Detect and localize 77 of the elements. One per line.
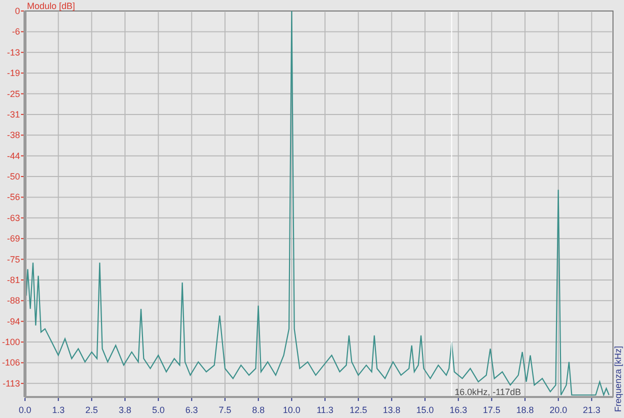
- y-axis-tick-label: -69: [6, 234, 20, 244]
- x-axis-tick-label: 21.3: [582, 405, 600, 415]
- x-axis-tick-label: 11.3: [316, 405, 334, 415]
- x-axis-tick-label: 16.3: [450, 405, 468, 415]
- tick-mark: [558, 398, 559, 402]
- x-axis-tick-label: 0.0: [18, 405, 32, 415]
- tick-mark: [358, 398, 359, 402]
- tick-mark: [20, 52, 24, 53]
- x-axis-title: Frequenza [kHz]: [613, 346, 623, 412]
- tick-mark: [20, 196, 24, 198]
- cursor-readout: 16.0kHz, -117dB: [454, 387, 522, 397]
- y-axis-tick-label: -113: [2, 378, 20, 388]
- tick-mark: [158, 398, 159, 402]
- x-axis-tick-label: 12.5: [350, 405, 368, 415]
- tick-mark: [20, 176, 24, 178]
- tick-mark: [58, 398, 59, 402]
- x-axis-tick-label: 2.5: [85, 405, 98, 415]
- y-axis-tick-label: -38: [6, 130, 20, 140]
- tick-mark: [458, 398, 459, 402]
- y-axis-tick-label: -63: [6, 212, 20, 223]
- x-axis-tick-label: 10.0: [282, 405, 300, 415]
- y-axis-tick-label: -94: [6, 316, 20, 326]
- y-axis-tick-label: 0: [14, 6, 20, 16]
- tick-mark: [20, 114, 24, 115]
- tick-mark: [20, 238, 24, 240]
- x-axis-tick-label: 8.8: [252, 405, 265, 415]
- y-axis-tick-label: -50: [6, 172, 20, 182]
- tick-mark: [20, 217, 24, 218]
- y-axis-tick-label: -75: [6, 254, 20, 264]
- tick-mark: [24, 398, 26, 402]
- x-axis-tick-label: 13.8: [382, 405, 400, 415]
- tick-mark: [20, 300, 24, 302]
- tick-mark: [20, 93, 24, 94]
- x-axis-tick-label: 7.5: [218, 405, 232, 415]
- y-axis-tick-label: -31: [6, 109, 20, 120]
- tick-mark: [20, 342, 24, 343]
- y-axis-tick-label: -81: [6, 274, 20, 285]
- tick-mark: [191, 398, 192, 402]
- tick-mark: [20, 362, 24, 364]
- tick-mark: [124, 398, 126, 402]
- y-axis-tick-label: -25: [6, 88, 20, 99]
- tick-mark: [20, 31, 24, 32]
- x-axis-tick-label: 20.0: [550, 405, 568, 415]
- tick-mark: [20, 134, 24, 136]
- tick-mark: [20, 155, 24, 156]
- y-axis-tick-label: -19: [6, 68, 20, 78]
- tick-mark: [524, 398, 526, 402]
- tick-mark: [424, 398, 426, 402]
- y-axis-tick-label: -106: [2, 358, 20, 368]
- y-axis-tick-label: -88: [6, 296, 20, 306]
- x-axis-tick-label: 17.5: [482, 405, 500, 415]
- tick-mark: [291, 398, 292, 402]
- y-axis-tick-label: -100: [2, 337, 20, 348]
- tick-mark: [20, 382, 24, 384]
- tick-mark: [20, 258, 24, 260]
- x-axis-tick-label: 5.0: [152, 405, 165, 415]
- tick-mark: [20, 72, 24, 74]
- x-axis-tick-label: 1.3: [52, 405, 65, 415]
- x-axis-tick-label: 6.3: [185, 405, 198, 415]
- x-axis-tick-label: 3.8: [118, 405, 132, 415]
- tick-mark: [20, 279, 24, 280]
- tick-mark: [491, 398, 492, 402]
- tick-mark: [258, 398, 259, 402]
- tick-mark: [20, 320, 24, 322]
- tick-mark: [391, 398, 392, 402]
- y-axis-tick-label: -56: [6, 192, 20, 202]
- tick-mark: [591, 398, 592, 402]
- y-axis-tick-label: -13: [6, 47, 20, 58]
- x-axis-tick-label: 15.0: [416, 405, 434, 415]
- tick-mark: [20, 10, 24, 12]
- tick-mark: [91, 398, 92, 402]
- tick-mark: [324, 398, 326, 402]
- y-axis-tick-label: -44: [6, 150, 20, 161]
- tick-mark: [224, 398, 226, 402]
- y-axis-title: Modulo [dB]: [27, 1, 76, 11]
- x-axis-tick-label: 18.8: [516, 405, 534, 415]
- y-axis-tick-label: -6: [12, 26, 20, 37]
